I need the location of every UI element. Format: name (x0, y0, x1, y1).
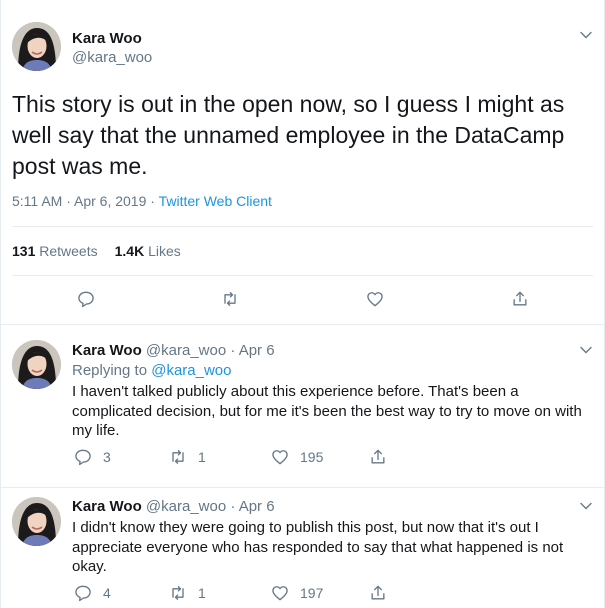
tweet-menu-chevron-down-icon[interactable] (579, 28, 593, 42)
reply-icon (78, 291, 94, 308)
tweet-menu-chevron-down-icon[interactable] (579, 343, 593, 357)
reply-tweet[interactable]: Kara Woo @kara_woo · Apr 6 I didn't know… (0, 488, 605, 608)
tweet-text: This story is out in the open now, so I … (12, 91, 565, 179)
main-action-bar (1, 289, 605, 313)
tweet-meta: 5:11 AM · Apr 6, 2019 · Twitter Web Clie… (12, 193, 272, 209)
like-button[interactable]: 197 (270, 583, 323, 603)
tweet-stats: 131 Retweets 1.4K Likes (12, 243, 181, 259)
reply-count: 4 (103, 585, 111, 601)
reply-text: I didn't know they were going to publish… (72, 519, 564, 575)
author-handle[interactable]: @kara_woo (146, 342, 226, 359)
retweets-stat[interactable]: 131 Retweets (12, 243, 98, 259)
like-button[interactable]: 195 (270, 447, 323, 467)
likes-label: Likes (144, 243, 181, 259)
share-icon (371, 585, 385, 600)
heart-icon (272, 586, 288, 601)
retweet-count: 1 (198, 585, 206, 601)
tweet-date[interactable]: · Apr 6 (226, 342, 274, 359)
avatar-photo (12, 497, 61, 546)
reply-icon (75, 449, 91, 466)
avatar[interactable] (12, 22, 61, 71)
reply-header: Kara Woo @kara_woo · Apr 6 (72, 342, 275, 359)
avatar-photo (12, 340, 61, 389)
likes-stat[interactable]: 1.4K Likes (115, 243, 181, 259)
share-button[interactable] (510, 289, 530, 309)
heart-icon (272, 450, 288, 465)
like-count: 197 (300, 585, 324, 601)
share-icon (513, 291, 527, 306)
client-link[interactable]: Twitter Web Client (159, 193, 272, 209)
reply-text: I haven't talked publicly about this exp… (72, 383, 582, 439)
divider (12, 226, 593, 227)
reply-button[interactable]: 3 (73, 447, 111, 467)
tweet-menu-chevron-down-icon[interactable] (579, 499, 593, 513)
avatar[interactable] (12, 340, 61, 389)
retweets-label: Retweets (35, 243, 98, 259)
retweet-button[interactable] (220, 289, 240, 309)
reply-action-bar: 4 1 197 (1, 583, 605, 607)
retweet-count: 1 (198, 449, 206, 465)
reply-button[interactable]: 4 (73, 583, 111, 603)
divider (12, 275, 593, 276)
retweet-icon (172, 450, 184, 464)
share-button[interactable] (368, 583, 388, 603)
likes-count: 1.4K (114, 243, 145, 259)
author-handle[interactable]: @kara_woo (146, 498, 226, 515)
reply-count: 3 (103, 449, 111, 465)
retweet-button[interactable]: 1 (168, 583, 206, 603)
tweet-timestamp[interactable]: 5:11 AM · Apr 6, 2019 · (12, 193, 159, 209)
replying-to-handle[interactable]: @kara_woo (151, 362, 231, 379)
tweet-date[interactable]: · Apr 6 (226, 498, 274, 515)
author-handle[interactable]: @kara_woo (72, 49, 152, 66)
retweet-icon (224, 292, 236, 306)
author-name[interactable]: Kara Woo (72, 30, 142, 47)
replying-to: Replying to @kara_woo (72, 362, 232, 379)
reply-header: Kara Woo @kara_woo · Apr 6 (72, 498, 275, 515)
reply-action-bar: 3 1 195 (1, 447, 605, 471)
like-button[interactable] (365, 289, 385, 309)
author-name[interactable]: Kara Woo (72, 342, 142, 359)
replying-to-label: Replying to (72, 362, 152, 379)
reply-button[interactable] (76, 289, 96, 309)
author-name[interactable]: Kara Woo (72, 498, 142, 515)
retweets-count: 131 (12, 243, 36, 259)
like-count: 195 (300, 449, 324, 465)
retweet-icon (172, 586, 184, 600)
reply-tweet[interactable]: Kara Woo @kara_woo · Apr 6 Replying to @… (0, 325, 605, 488)
share-button[interactable] (368, 447, 388, 467)
reply-icon (75, 585, 91, 602)
share-icon (371, 449, 385, 464)
heart-icon (367, 292, 383, 307)
main-tweet: Kara Woo @kara_woo This story is out in … (0, 0, 605, 325)
avatar-photo (12, 22, 61, 71)
avatar[interactable] (12, 497, 61, 546)
retweet-button[interactable]: 1 (168, 447, 206, 467)
